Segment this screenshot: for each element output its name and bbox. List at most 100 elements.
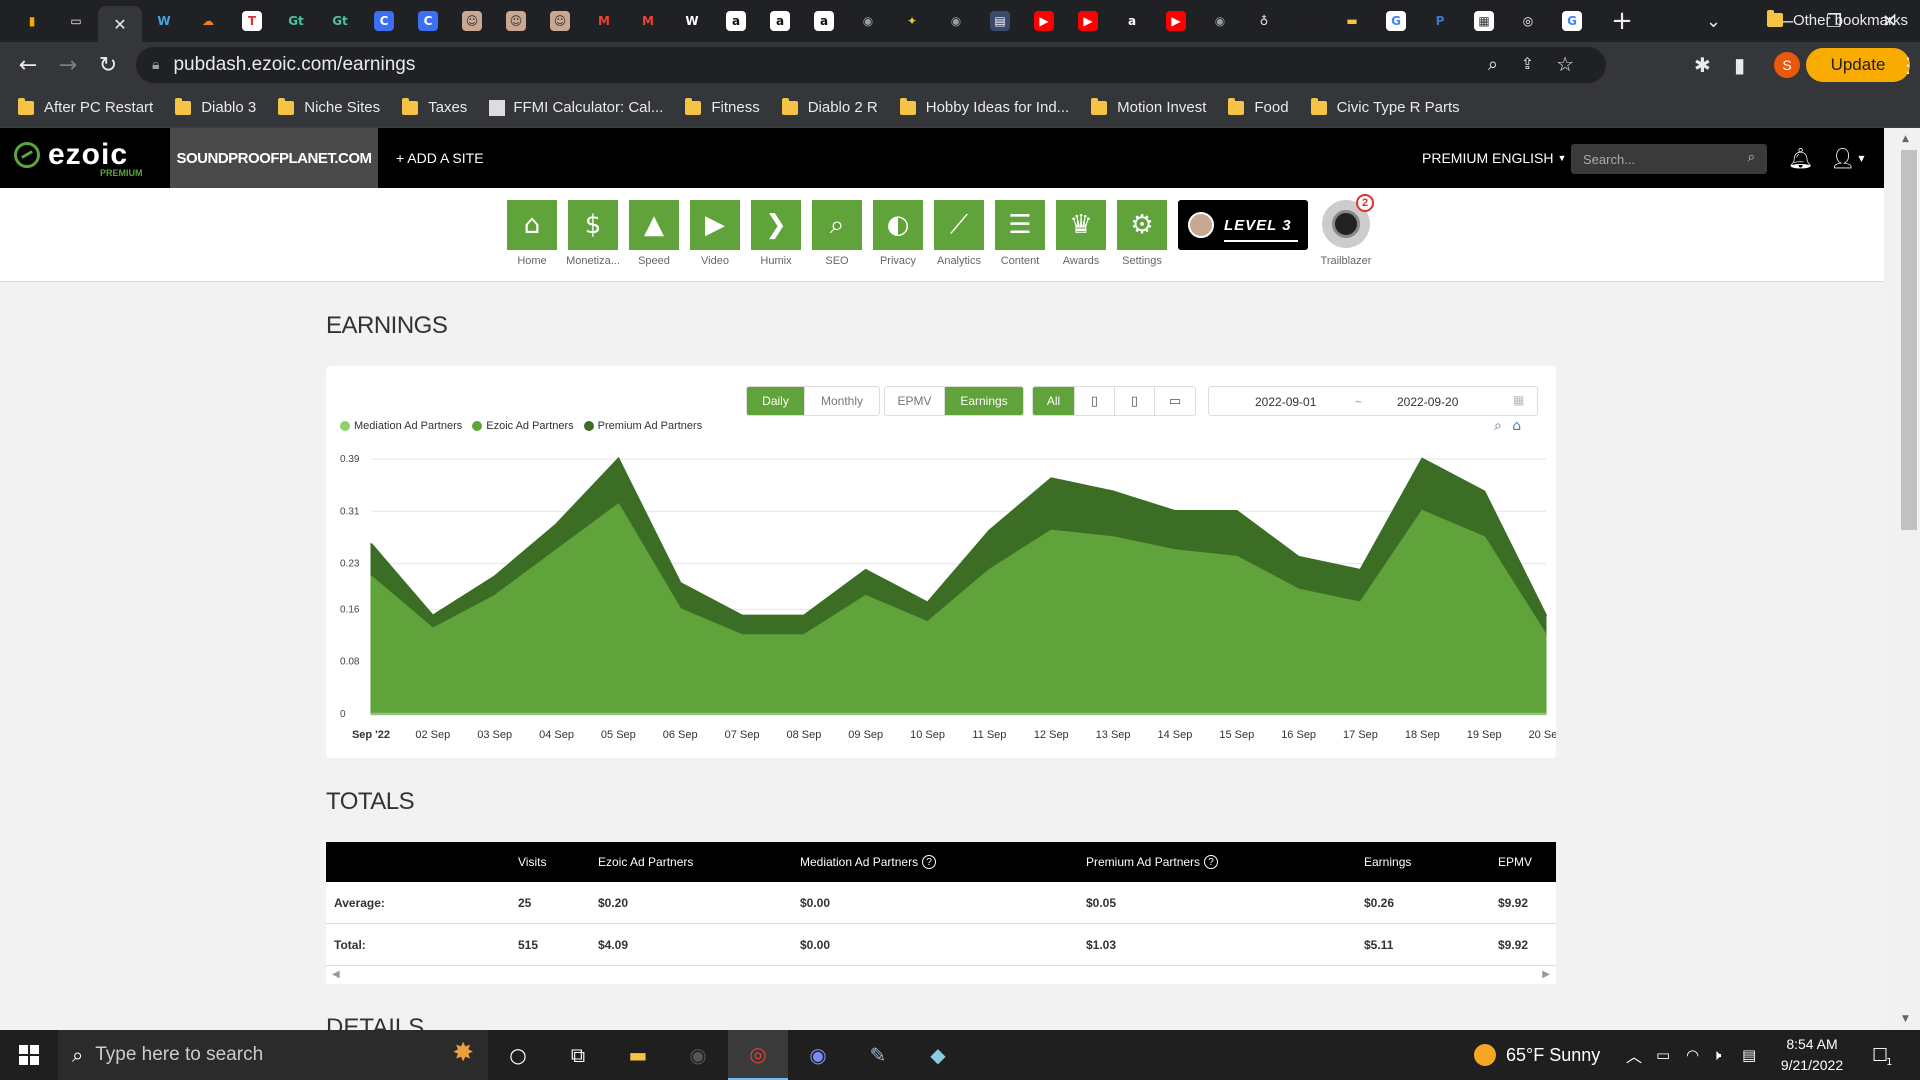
- browser-tab[interactable]: G: [1550, 5, 1594, 37]
- share-icon[interactable]: ⇪: [1521, 54, 1534, 73]
- battery-icon[interactable]: ▭: [1656, 1030, 1670, 1080]
- add-site-link[interactable]: + ADD A SITE: [396, 128, 484, 188]
- wifi-icon[interactable]: ◠: [1686, 1030, 1699, 1080]
- scroll-left-icon[interactable]: ◀: [332, 969, 340, 980]
- browser-tab[interactable]: a: [1110, 5, 1154, 37]
- ezoic-logo[interactable]: ezoic: [14, 138, 128, 172]
- bookmark-item[interactable]: Fitness: [685, 97, 760, 116]
- cortana-icon[interactable]: ○: [488, 1030, 548, 1080]
- nav-privacy[interactable]: ◐ Privacy: [870, 200, 926, 267]
- browser-tab[interactable]: a: [758, 5, 802, 37]
- keyboard-icon[interactable]: ▤: [1742, 1030, 1756, 1080]
- browser-tab[interactable]: C: [362, 5, 406, 37]
- update-button[interactable]: Update: [1806, 48, 1910, 82]
- bell-icon[interactable]: 🔔︎: [1788, 128, 1813, 188]
- help-icon[interactable]: ?: [1204, 855, 1219, 869]
- volume-icon[interactable]: 🕨︎: [1712, 1030, 1721, 1080]
- browser-tab[interactable]: ☺: [450, 5, 494, 37]
- browser-tab[interactable]: ▶: [1154, 5, 1198, 37]
- browser-tab[interactable]: ▶: [1022, 5, 1066, 37]
- bookmark-star-icon[interactable]: ☆: [1556, 52, 1574, 76]
- nav-video[interactable]: ▶ Video: [687, 200, 743, 267]
- bookmark-item[interactable]: Diablo 3: [175, 97, 256, 116]
- bookmark-item[interactable]: Hobby Ideas for Ind...: [899, 97, 1069, 116]
- bookmark-item[interactable]: After PC Restart: [18, 97, 153, 116]
- close-tab-icon[interactable]: ✕: [110, 14, 130, 34]
- premium-link[interactable]: PREMIUM: [1422, 128, 1488, 188]
- scroll-up-icon[interactable]: ▲: [1902, 134, 1909, 144]
- browser-tab[interactable]: ▦: [1462, 5, 1506, 37]
- help-icon[interactable]: ?: [922, 855, 937, 869]
- bookmark-item[interactable]: Food: [1228, 97, 1289, 116]
- windows-start-button[interactable]: [0, 1030, 58, 1080]
- browser-tab[interactable]: ◉: [1198, 5, 1242, 37]
- weather-widget[interactable]: 65°F Sunny: [1474, 1030, 1600, 1080]
- bookmark-item[interactable]: FFMI Calculator: Cal...: [489, 99, 663, 116]
- browser-tab[interactable]: ▬: [1330, 5, 1374, 37]
- browser-tab[interactable]: G: [1374, 5, 1418, 37]
- tab-search-icon[interactable]: ⌄: [1706, 0, 1721, 42]
- forward-icon[interactable]: →: [48, 53, 88, 78]
- nav-monetiza[interactable]: $ Monetiza...: [565, 200, 621, 267]
- tray-chevron-icon[interactable]: ︿: [1626, 1030, 1642, 1080]
- browser-tab[interactable]: Gt: [318, 5, 362, 37]
- browser-tab[interactable]: a: [802, 5, 846, 37]
- site-selector[interactable]: SOUNDPROOFPLANET.COM: [170, 128, 378, 188]
- browser-tab[interactable]: ◎: [1506, 5, 1550, 37]
- browser-tab[interactable]: ☺: [538, 5, 582, 37]
- browser-tab[interactable]: Gt: [274, 5, 318, 37]
- chrome-taskbar-icon[interactable]: ◎: [728, 1030, 788, 1080]
- other-bookmarks[interactable]: Other bookmarks: [1766, 0, 1908, 40]
- bookmark-item[interactable]: Motion Invest: [1091, 97, 1206, 116]
- address-bar[interactable]: 🔒︎ pubdash.ezoic.com/earnings ⌕ ⇪ ☆: [136, 47, 1606, 83]
- bookmark-item[interactable]: Civic Type R Parts: [1310, 97, 1460, 116]
- page-scrollbar[interactable]: ▲ ▼: [1884, 128, 1920, 1030]
- browser-tab[interactable]: ◉: [846, 5, 890, 37]
- browser-tab[interactable]: M: [582, 5, 626, 37]
- scroll-down-icon[interactable]: ▼: [1902, 1014, 1909, 1024]
- browser-tab[interactable]: T: [230, 5, 274, 37]
- browser-tab[interactable]: ▶: [1066, 5, 1110, 37]
- taskbar-search-input[interactable]: ⌕ Type here to search ✸: [58, 1030, 488, 1080]
- browser-tab[interactable]: ☺: [494, 5, 538, 37]
- nav-analytics[interactable]: ⟋ Analytics: [931, 200, 987, 267]
- paint-icon[interactable]: ✎: [848, 1030, 908, 1080]
- dashboard-search-input[interactable]: Search... ⌕: [1571, 144, 1767, 174]
- user-menu[interactable]: 👤︎ ▼: [1830, 128, 1865, 188]
- reload-icon[interactable]: ↻: [88, 53, 128, 78]
- bookmark-item[interactable]: Taxes: [402, 97, 467, 116]
- notes-icon[interactable]: ◆: [908, 1030, 968, 1080]
- browser-tab[interactable]: ▭: [54, 5, 98, 37]
- browser-tab[interactable]: ▮: [10, 5, 54, 37]
- back-icon[interactable]: ←: [8, 53, 48, 78]
- browser-tab[interactable]: W: [670, 5, 714, 37]
- browser-tab[interactable]: ☁: [186, 5, 230, 37]
- browser-tab[interactable]: ✦: [890, 5, 934, 37]
- extensions-icon[interactable]: ✱: [1694, 42, 1711, 88]
- new-tab-icon[interactable]: +: [1604, 6, 1640, 36]
- browser-tab[interactable]: ✕: [98, 6, 142, 42]
- browser-tab[interactable]: M: [626, 5, 670, 37]
- task-view-icon[interactable]: ⧉: [548, 1030, 608, 1080]
- bookmark-item[interactable]: Diablo 2 R: [781, 97, 878, 116]
- zoom-icon[interactable]: ⌕: [1488, 54, 1498, 75]
- browser-tab[interactable]: P: [1418, 5, 1462, 37]
- file-explorer-icon[interactable]: ▬: [608, 1030, 668, 1080]
- bookmark-item[interactable]: Niche Sites: [278, 97, 380, 116]
- action-center-icon[interactable]: ☐ 1: [1872, 1030, 1893, 1080]
- alienware-icon[interactable]: ◉: [668, 1030, 728, 1080]
- level-badge[interactable]: LEVEL 3: [1178, 200, 1308, 250]
- scroll-right-icon[interactable]: ▶: [1542, 969, 1550, 980]
- profile-avatar[interactable]: S: [1774, 52, 1800, 78]
- nav-content[interactable]: ☰ Content: [992, 200, 1048, 267]
- taskbar-clock[interactable]: 8:54 AM 9/21/2022: [1772, 1034, 1852, 1076]
- nav-speed[interactable]: ▲ Speed: [626, 200, 682, 267]
- trailblazer-button[interactable]: 2 Trailblazer: [1318, 194, 1374, 267]
- browser-tab[interactable]: ▤: [978, 5, 1022, 37]
- scrollbar-thumb[interactable]: [1901, 150, 1917, 530]
- browser-tab[interactable]: C: [406, 5, 450, 37]
- browser-tab[interactable]: W: [142, 5, 186, 37]
- nav-settings[interactable]: ⚙ Settings: [1114, 200, 1170, 267]
- language-selector[interactable]: ENGLISH ▼: [1492, 128, 1566, 188]
- side-panel-icon[interactable]: ▮: [1734, 42, 1745, 88]
